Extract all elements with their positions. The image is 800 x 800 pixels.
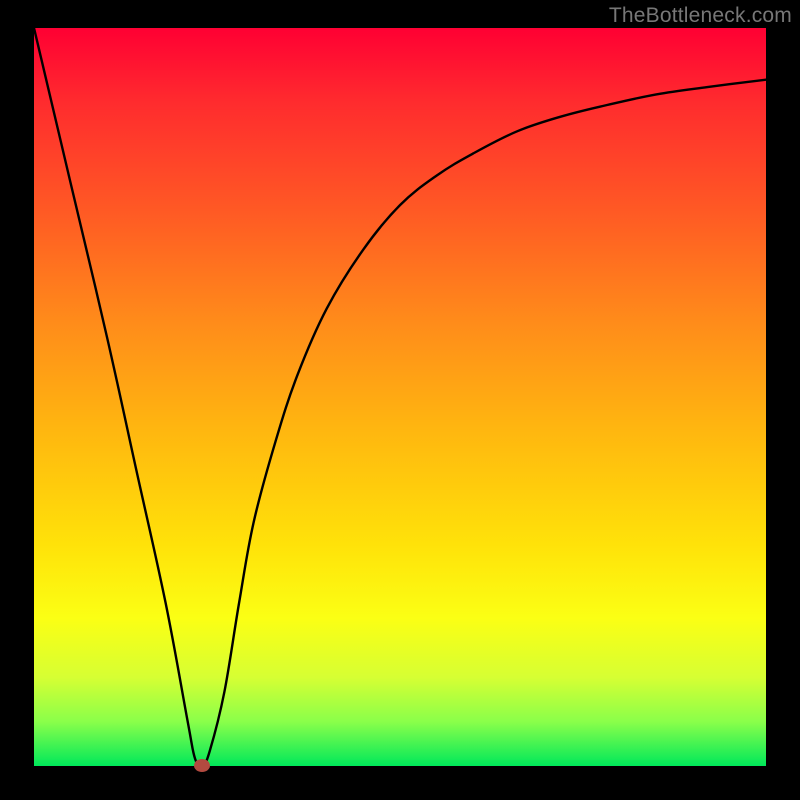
bottleneck-curve bbox=[34, 28, 766, 766]
plot-area bbox=[34, 28, 766, 766]
minimum-point-marker bbox=[194, 759, 210, 772]
chart-frame: TheBottleneck.com bbox=[0, 0, 800, 800]
watermark-text: TheBottleneck.com bbox=[609, 4, 792, 28]
